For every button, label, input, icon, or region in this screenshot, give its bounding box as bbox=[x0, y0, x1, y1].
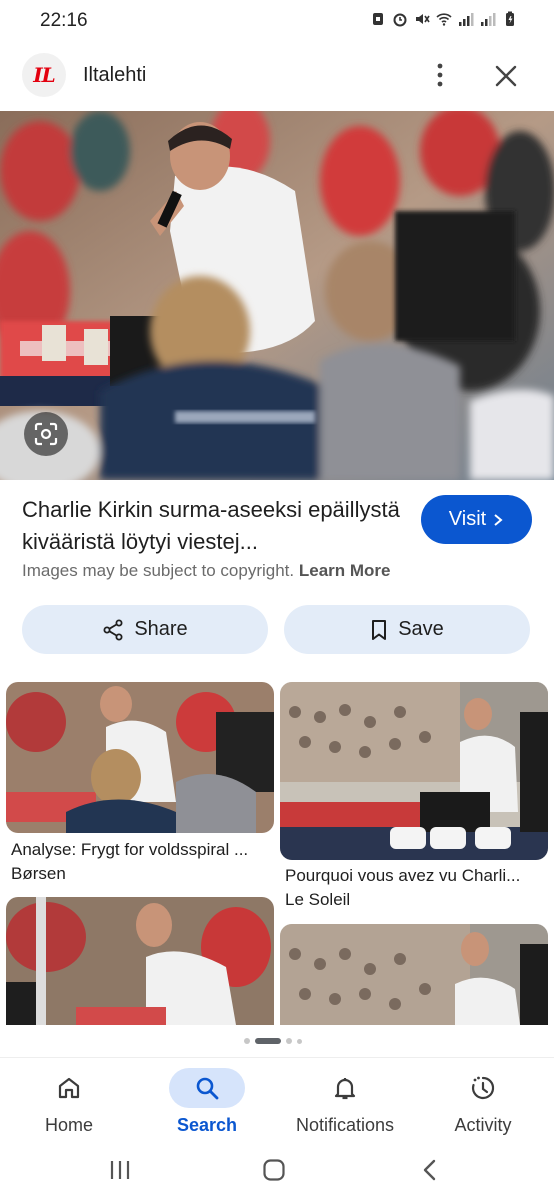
pager-dot-active bbox=[255, 1038, 281, 1044]
source-header: IL Iltalehti bbox=[0, 48, 554, 104]
share-button[interactable]: Share bbox=[22, 605, 268, 654]
wifi-icon bbox=[436, 13, 452, 26]
signal-icon bbox=[459, 13, 474, 26]
status-time: 22:16 bbox=[40, 10, 88, 31]
related-image-2[interactable] bbox=[280, 682, 548, 860]
nav-home[interactable]: Home bbox=[0, 1058, 138, 1146]
related-image-1[interactable] bbox=[6, 682, 274, 833]
home-icon bbox=[58, 1077, 80, 1099]
recycle-icon bbox=[373, 13, 383, 25]
back-icon[interactable] bbox=[420, 1158, 440, 1182]
related-photo-1 bbox=[6, 682, 274, 833]
related-photo-3 bbox=[6, 897, 274, 1025]
pager-dot bbox=[297, 1038, 302, 1044]
system-navigation-bar bbox=[0, 1145, 554, 1200]
related-source-1[interactable]: Børsen bbox=[11, 864, 66, 884]
nav-activity-label: Activity bbox=[454, 1115, 512, 1135]
close-icon[interactable] bbox=[492, 62, 520, 90]
learn-more-link[interactable]: Learn More bbox=[299, 561, 391, 580]
bottom-navigation: Home Search Notifications Activity bbox=[0, 1057, 554, 1145]
visit-label: Visit bbox=[448, 508, 487, 530]
copyright-text: Images may be subject to copyright. bbox=[22, 561, 295, 580]
mute-icon bbox=[416, 14, 430, 24]
bookmark-icon bbox=[372, 619, 387, 640]
nav-activity[interactable]: Activity bbox=[414, 1058, 552, 1146]
activity-icon-wrap bbox=[445, 1068, 521, 1108]
logo-text: IL bbox=[33, 63, 55, 87]
nav-search-label: Search bbox=[176, 1115, 238, 1135]
related-caption-2[interactable]: Pourquoi vous avez vu Charli... bbox=[285, 866, 535, 886]
hero-image[interactable] bbox=[0, 111, 554, 480]
search-icon bbox=[196, 1077, 219, 1100]
signal-r-icon bbox=[481, 13, 496, 26]
home-button-icon[interactable] bbox=[262, 1158, 286, 1182]
visit-button[interactable]: Visit bbox=[421, 495, 532, 544]
related-image-3[interactable] bbox=[6, 897, 274, 1025]
lens-icon bbox=[34, 422, 58, 446]
alarm-icon bbox=[393, 13, 407, 27]
nav-search[interactable]: Search bbox=[138, 1058, 276, 1146]
pager-dot bbox=[244, 1038, 250, 1044]
related-photo-4 bbox=[280, 924, 548, 1025]
lens-search-button[interactable] bbox=[24, 412, 68, 456]
share-icon bbox=[103, 619, 123, 640]
nav-notifications-label: Notifications bbox=[295, 1115, 395, 1135]
pager-dot bbox=[286, 1038, 292, 1044]
status-icons bbox=[370, 11, 518, 27]
bell-icon-wrap bbox=[307, 1068, 383, 1108]
copyright-notice: Images may be subject to copyright. Lear… bbox=[22, 561, 391, 581]
site-name[interactable]: Iltalehti bbox=[83, 64, 146, 87]
save-button[interactable]: Save bbox=[284, 605, 530, 654]
more-options-icon[interactable] bbox=[428, 60, 452, 90]
battery-icon bbox=[506, 11, 514, 26]
save-label: Save bbox=[398, 618, 444, 640]
pager-dots bbox=[244, 1038, 302, 1044]
recents-icon[interactable] bbox=[108, 1159, 132, 1181]
bell-icon bbox=[334, 1078, 356, 1100]
home-icon-wrap bbox=[31, 1068, 107, 1108]
related-caption-1[interactable]: Analyse: Frygt for voldsspiral ... bbox=[11, 840, 273, 860]
nav-home-label: Home bbox=[44, 1115, 93, 1135]
hero-photo bbox=[0, 111, 554, 480]
search-icon-wrap bbox=[169, 1068, 245, 1108]
chevron-right-icon bbox=[494, 513, 503, 526]
site-logo[interactable]: IL bbox=[22, 53, 66, 97]
status-bar: 22:16 bbox=[0, 0, 554, 42]
nav-notifications[interactable]: Notifications bbox=[276, 1058, 414, 1146]
related-photo-2 bbox=[280, 682, 548, 860]
related-image-4[interactable] bbox=[280, 924, 548, 1025]
result-title[interactable]: Charlie Kirkin surma-aseeksi epäillystä … bbox=[22, 494, 412, 558]
related-source-2[interactable]: Le Soleil bbox=[285, 890, 350, 910]
activity-icon bbox=[471, 1076, 495, 1100]
share-label: Share bbox=[134, 618, 188, 640]
